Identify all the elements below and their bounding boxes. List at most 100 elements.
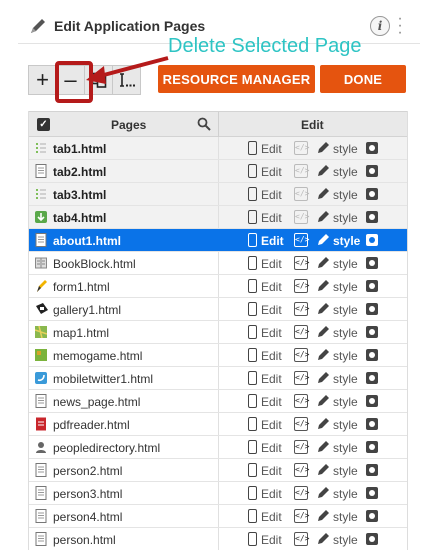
settings-icon[interactable] [366,303,378,315]
style-link[interactable]: style [333,234,360,248]
code-icon[interactable]: </> [294,325,309,339]
edit-link[interactable]: Edit [261,211,282,225]
page-name[interactable]: mobiletwitter1.html [53,372,153,386]
settings-icon[interactable] [366,234,378,246]
code-icon[interactable]: </> [294,509,309,523]
edit-link[interactable]: Edit [261,418,282,432]
pencil-icon[interactable] [317,371,330,384]
edit-link[interactable]: Edit [261,165,282,179]
code-icon[interactable]: </> [294,532,309,546]
code-icon[interactable]: </> [294,394,309,408]
page-name[interactable]: form1.html [53,280,110,294]
settings-icon[interactable] [366,165,378,177]
pencil-icon[interactable] [317,463,330,476]
settings-icon[interactable] [366,510,378,522]
edit-link[interactable]: Edit [261,188,282,202]
settings-icon[interactable] [366,487,378,499]
page-name[interactable]: tab2.html [53,165,106,179]
pencil-icon[interactable] [317,187,330,200]
search-icon[interactable] [197,117,211,131]
style-link[interactable]: style [333,372,358,386]
phone-icon[interactable] [248,210,257,224]
settings-icon[interactable] [366,326,378,338]
table-row[interactable]: person2.html Edit </> style [29,459,407,482]
settings-icon[interactable] [366,142,378,154]
edit-link[interactable]: Edit [261,142,282,156]
phone-icon[interactable] [248,394,257,408]
phone-icon[interactable] [248,256,257,270]
pencil-icon[interactable] [317,233,330,246]
page-name[interactable]: person2.html [53,464,122,478]
table-row[interactable]: person3.html Edit </> style [29,482,407,505]
page-name[interactable]: about1.html [53,234,121,248]
settings-icon[interactable] [366,464,378,476]
code-icon[interactable]: </> [294,187,309,201]
settings-icon[interactable] [366,188,378,200]
code-icon[interactable]: </> [294,302,309,316]
table-row[interactable]: BookBlock.html Edit </> style [29,252,407,275]
phone-icon[interactable] [248,348,257,362]
phone-icon[interactable] [248,509,257,523]
table-row[interactable]: tab2.html Edit </> style [29,160,407,183]
settings-icon[interactable] [366,372,378,384]
code-icon[interactable]: </> [294,210,309,224]
table-row[interactable]: map1.html Edit </> style [29,321,407,344]
pencil-icon[interactable] [317,486,330,499]
style-link[interactable]: style [333,280,358,294]
pencil-icon[interactable] [317,302,330,315]
table-row[interactable]: about1.html Edit </> style [29,229,407,252]
code-icon[interactable]: </> [294,164,309,178]
style-link[interactable]: style [333,142,358,156]
phone-icon[interactable] [248,141,257,155]
table-row[interactable]: mobiletwitter1.html Edit </> style [29,367,407,390]
code-icon[interactable]: </> [294,371,309,385]
phone-icon[interactable] [248,164,257,178]
page-name[interactable]: tab4.html [53,211,106,225]
style-link[interactable]: style [333,487,358,501]
code-icon[interactable]: </> [294,279,309,293]
pencil-icon[interactable] [317,509,330,522]
table-row[interactable]: form1.html Edit </> style [29,275,407,298]
code-icon[interactable]: </> [294,486,309,500]
pencil-icon[interactable] [317,164,330,177]
settings-icon[interactable] [366,418,378,430]
code-icon[interactable]: </> [294,417,309,431]
resource-manager-button[interactable]: RESOURCE MANAGER [158,65,315,93]
phone-icon[interactable] [248,279,257,293]
edit-link[interactable]: Edit [261,280,282,294]
table-row[interactable]: peopledirectory.html Edit </> style [29,436,407,459]
page-name[interactable]: person4.html [53,510,122,524]
code-icon[interactable]: </> [294,463,309,477]
phone-icon[interactable] [248,532,257,546]
settings-icon[interactable] [366,395,378,407]
style-link[interactable]: style [333,533,358,547]
phone-icon[interactable] [248,325,257,339]
code-icon[interactable]: </> [294,141,309,155]
style-link[interactable]: style [333,418,358,432]
page-name[interactable]: person.html [53,533,116,547]
page-name[interactable]: peopledirectory.html [53,441,160,455]
page-name[interactable]: tab3.html [53,188,106,202]
pencil-icon[interactable] [317,532,330,545]
phone-icon[interactable] [248,440,257,454]
table-row[interactable]: person.html Edit </> style [29,528,407,550]
edit-link[interactable]: Edit [261,510,282,524]
settings-icon[interactable] [366,211,378,223]
pencil-icon[interactable] [317,279,330,292]
rename-page-button[interactable] [112,65,141,95]
edit-link[interactable]: Edit [261,533,282,547]
table-row[interactable]: person4.html Edit </> style [29,505,407,528]
page-name[interactable]: gallery1.html [53,303,121,317]
style-link[interactable]: style [333,464,358,478]
done-button[interactable]: DONE [320,65,406,93]
pencil-icon[interactable] [317,325,330,338]
code-icon[interactable]: </> [294,233,309,247]
settings-icon[interactable] [366,257,378,269]
style-link[interactable]: style [333,303,358,317]
code-icon[interactable]: </> [294,348,309,362]
phone-icon[interactable] [248,371,257,385]
table-row[interactable]: news_page.html Edit </> style [29,390,407,413]
pencil-icon[interactable] [317,440,330,453]
pencil-icon[interactable] [317,210,330,223]
phone-icon[interactable] [248,463,257,477]
